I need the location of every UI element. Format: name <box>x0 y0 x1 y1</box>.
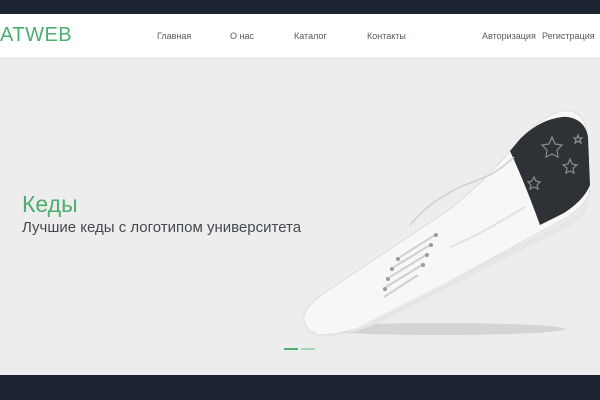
slider-indicators <box>284 348 324 352</box>
site-footer <box>0 375 600 400</box>
slide-indicator-2[interactable] <box>301 348 315 350</box>
site-logo[interactable]: ATWEB <box>0 23 72 47</box>
slide-indicator-1[interactable] <box>284 348 298 350</box>
top-bar <box>0 0 600 14</box>
register-link[interactable]: Регистрация <box>542 30 595 42</box>
hero-title: Кеды <box>22 191 78 217</box>
nav-link-catalog[interactable]: Каталог <box>294 30 327 42</box>
login-link[interactable]: Авторизация <box>482 30 536 42</box>
nav-link-about[interactable]: О нас <box>230 30 254 42</box>
hero-subtitle: Лучшие кеды с логотипом университета <box>22 219 302 236</box>
sneaker-image <box>303 110 590 337</box>
site-header: ATWEB Главная О нас Каталог Контакты Авт… <box>0 14 600 57</box>
nav-link-contacts[interactable]: Контакты <box>367 30 406 42</box>
hero-slider: Кеды Лучшие кеды с логотипом университет… <box>0 57 600 375</box>
nav-link-home[interactable]: Главная <box>157 30 191 42</box>
